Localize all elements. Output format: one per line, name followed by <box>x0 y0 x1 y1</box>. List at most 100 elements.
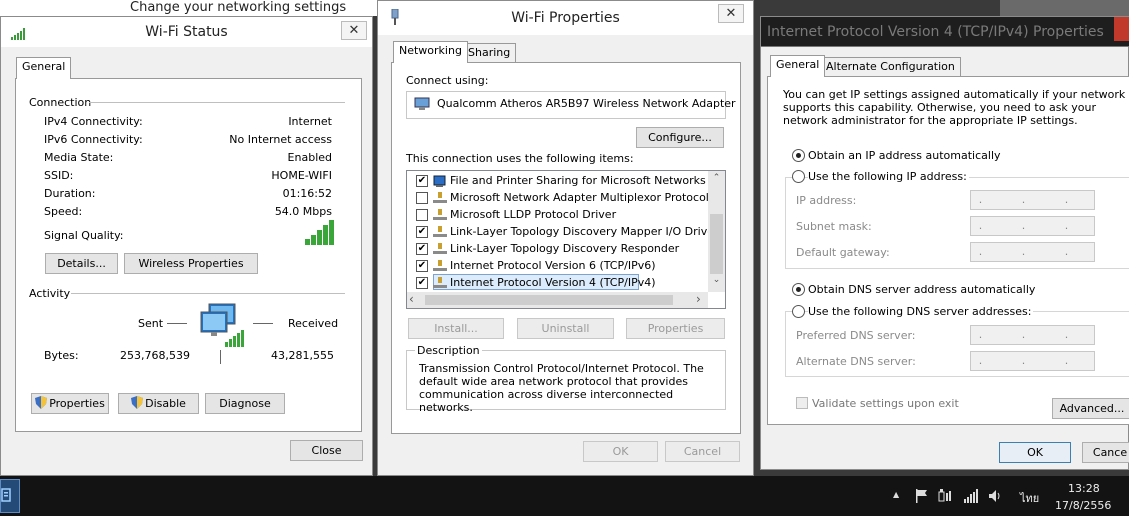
use-dns-radio[interactable] <box>792 305 805 318</box>
item-checkbox[interactable] <box>416 209 428 221</box>
configure-button[interactable]: Configure... <box>636 127 724 148</box>
ipv4-cancel-button[interactable]: Cance <box>1082 442 1129 463</box>
adapter-name: Qualcomm Atheros AR5B97 Wireless Network… <box>437 97 736 110</box>
list-item[interactable]: File and Printer Sharing for Microsoft N… <box>450 174 706 187</box>
item-checkbox[interactable]: ✔ <box>416 260 428 272</box>
tab-alternate-configuration[interactable]: Alternate Configuration <box>820 57 961 77</box>
action-center-flag-icon[interactable] <box>915 489 929 503</box>
details-button[interactable]: Details... <box>45 253 118 274</box>
uac-shield-icon <box>35 396 48 409</box>
item-checkbox[interactable] <box>416 192 428 204</box>
media-state-label: Media State: <box>44 151 114 164</box>
subnet-mask-field[interactable]: . . . <box>970 216 1095 236</box>
item-checkbox[interactable]: ✔ <box>416 175 428 187</box>
ipv4-ok-button[interactable]: OK <box>999 442 1071 463</box>
ipv4-connectivity-value: Internet <box>288 115 332 128</box>
ipv4-help-button[interactable] <box>1114 17 1129 41</box>
item-checkbox[interactable]: ✔ <box>416 226 428 238</box>
input-language-indicator[interactable]: ไทย <box>1020 489 1039 507</box>
wireless-properties-button[interactable]: Wireless Properties <box>124 253 258 274</box>
use-ip-radio[interactable] <box>792 170 805 183</box>
wifi-properties-close-x-button[interactable]: ✕ <box>718 4 744 23</box>
item-checkbox[interactable]: ✔ <box>416 277 428 289</box>
status-properties-label: Properties <box>49 397 105 410</box>
background-window-title: Change your networking settings <box>130 0 347 15</box>
scroll-up-icon[interactable]: ⌃ <box>708 173 725 183</box>
obtain-ip-radio[interactable] <box>792 149 805 162</box>
status-close-button[interactable]: Close <box>290 440 363 461</box>
network-signal-icon[interactable] <box>964 489 980 503</box>
tab-sharing[interactable]: Sharing <box>462 43 517 63</box>
ipv6-connectivity-label: IPv6 Connectivity: <box>44 133 143 146</box>
scroll-right-icon[interactable]: › <box>696 292 701 306</box>
obtain-dns-label[interactable]: Obtain DNS server address automatically <box>808 283 1035 296</box>
list-item[interactable]: Microsoft Network Adapter Multiplexor Pr… <box>450 191 709 204</box>
tab-networking[interactable]: Networking <box>393 41 468 63</box>
protocol-icon <box>433 226 447 237</box>
wifi-properties-dialog: Wi-Fi Properties ✕ Networking Sharing Co… <box>377 0 754 476</box>
components-list[interactable]: ✔ File and Printer Sharing for Microsoft… <box>406 170 726 309</box>
list-item[interactable]: Microsoft LLDP Protocol Driver <box>450 208 616 221</box>
clock-date[interactable]: 17/8/2556 <box>1055 499 1111 512</box>
props-ok-button[interactable]: OK <box>583 441 658 462</box>
alternate-dns-label: Alternate DNS server: <box>796 355 916 368</box>
power-battery-icon[interactable] <box>938 489 954 503</box>
validate-settings-label: Validate settings upon exit <box>812 397 959 410</box>
use-ip-label[interactable]: Use the following IP address: <box>808 170 969 183</box>
adapter-plug-icon <box>391 9 399 25</box>
network-computers-icon <box>200 303 244 347</box>
obtain-dns-radio[interactable] <box>792 283 805 296</box>
ipv6-connectivity-value: No Internet access <box>229 133 332 146</box>
list-item[interactable]: Link-Layer Topology Discovery Mapper I/O… <box>450 225 719 238</box>
volume-icon[interactable] <box>989 490 1003 502</box>
list-item[interactable]: Link-Layer Topology Discovery Responder <box>450 242 679 255</box>
ipv4-properties-dialog: Internet Protocol Version 4 (TCP/IPv4) P… <box>760 16 1129 470</box>
bytes-sent-value: 253,768,539 <box>120 349 190 362</box>
wifi-status-close-x-button[interactable]: ✕ <box>341 21 367 40</box>
uninstall-button[interactable]: Uninstall <box>517 318 614 339</box>
obtain-ip-label[interactable]: Obtain an IP address automatically <box>808 149 1001 162</box>
horizontal-scroll-thumb[interactable] <box>425 295 673 305</box>
scroll-left-icon[interactable]: ‹ <box>409 292 414 306</box>
speed-value: 54.0 Mbps <box>274 205 332 218</box>
vertical-scroll-thumb[interactable] <box>710 214 723 274</box>
list-item-selected[interactable]: Internet Protocol Version 4 (TCP/IPv4) <box>450 276 656 289</box>
explorer-icon <box>1 488 11 502</box>
preferred-dns-field[interactable]: . . . <box>970 325 1095 345</box>
item-checkbox[interactable]: ✔ <box>416 243 428 255</box>
scroll-down-icon[interactable]: ⌄ <box>708 275 725 285</box>
item-properties-button[interactable]: Properties <box>626 318 725 339</box>
ip-address-field[interactable]: . . . <box>970 190 1095 210</box>
vertical-scrollbar[interactable]: ⌃ ⌄ <box>708 171 725 292</box>
duration-value: 01:16:52 <box>282 187 332 200</box>
wifi-properties-titlebar: Wi-Fi Properties <box>378 1 753 35</box>
status-properties-button[interactable]: Properties <box>31 393 109 414</box>
default-gateway-field[interactable]: . . . <box>970 242 1095 262</box>
tab-ipv4-general[interactable]: General <box>770 55 826 77</box>
props-cancel-button[interactable]: Cancel <box>665 441 740 462</box>
duration-label: Duration: <box>44 187 96 200</box>
connection-heading: Connection <box>29 96 92 109</box>
list-item[interactable]: Internet Protocol Version 6 (TCP/IPv6) <box>450 259 656 272</box>
install-button[interactable]: Install... <box>408 318 504 339</box>
diagnose-button[interactable]: Diagnose <box>205 393 285 414</box>
wifi-signal-icon <box>11 28 25 40</box>
protocol-icon <box>433 243 447 254</box>
description-text: Transmission Control Protocol/Internet P… <box>419 362 704 414</box>
validate-settings-checkbox[interactable] <box>796 397 808 409</box>
tray-overflow-icon[interactable]: ▲ <box>893 490 899 499</box>
use-dns-label[interactable]: Use the following DNS server addresses: <box>808 305 1034 318</box>
advanced-button[interactable]: Advanced... <box>1052 398 1129 419</box>
tab-general[interactable]: General <box>16 57 72 79</box>
clock-time[interactable]: 13:28 <box>1068 482 1100 495</box>
media-state-value: Enabled <box>287 151 332 164</box>
protocol-icon <box>433 260 447 271</box>
ipv4-title: Internet Protocol Version 4 (TCP/IPv4) P… <box>767 24 1104 40</box>
bytes-label: Bytes: <box>44 349 79 362</box>
horizontal-scrollbar[interactable]: ‹ › <box>407 292 708 308</box>
received-line <box>253 323 273 324</box>
wifi-status-dialog: Wi-Fi Status ✕ General Connection IPv4 C… <box>0 16 373 476</box>
alternate-dns-field[interactable]: . . . <box>970 351 1095 371</box>
disable-button[interactable]: Disable <box>118 393 199 414</box>
wifi-properties-title: Wi-Fi Properties <box>511 10 620 26</box>
